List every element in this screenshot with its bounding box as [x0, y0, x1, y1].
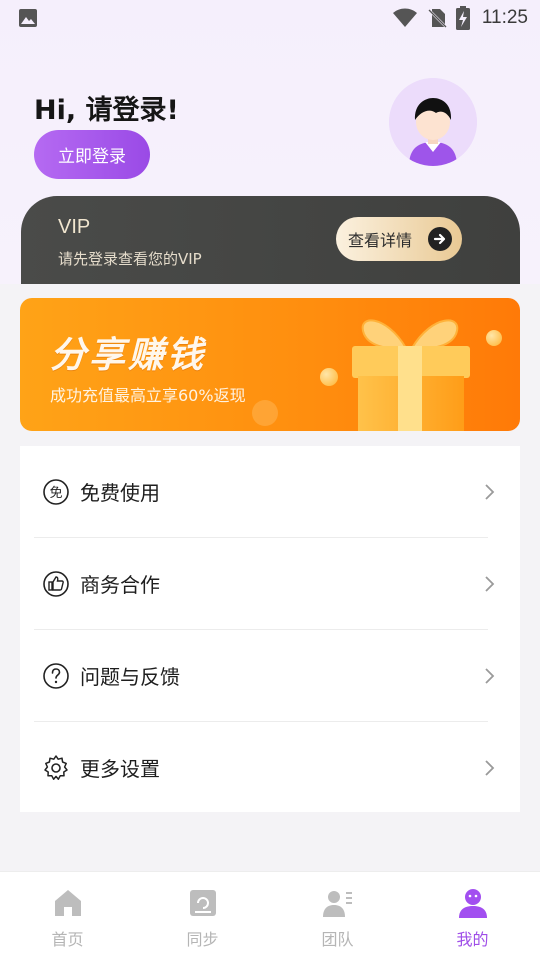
question-icon — [43, 662, 69, 689]
profile-icon — [458, 889, 487, 918]
tab-sync[interactable]: 同步 — [135, 872, 270, 960]
vip-card[interactable]: VIP 请先登录查看您的VIP 查看详情 — [21, 196, 520, 284]
team-icon — [322, 891, 352, 917]
avatar[interactable] — [389, 78, 477, 166]
home-icon — [54, 890, 81, 916]
svg-text:免: 免 — [49, 486, 62, 501]
menu-list: 免 免费使用 商务合作 问题与反馈 更多设置 — [20, 446, 520, 812]
menu-item-settings[interactable]: 更多设置 — [20, 722, 520, 813]
battery-charging-icon — [455, 6, 470, 30]
settings-gear-icon — [44, 754, 68, 780]
thumbs-up-icon — [43, 570, 69, 597]
wifi-icon — [392, 8, 417, 27]
greeting-title: Hi, 请登录! — [34, 95, 179, 126]
vip-details-button[interactable]: 查看详情 — [336, 217, 462, 261]
chevron-right-icon — [485, 575, 495, 592]
status-time: 11:25 — [481, 7, 528, 28]
vip-details-label: 查看详情 — [348, 231, 413, 250]
decor-bubble — [252, 400, 278, 426]
menu-item-free-use[interactable]: 免 免费使用 — [20, 446, 520, 537]
menu-item-label: 更多设置 — [80, 757, 160, 781]
decor-bubble — [486, 330, 502, 346]
chevron-right-icon — [485, 759, 495, 776]
gallery-icon — [19, 9, 37, 27]
menu-item-label: 商务合作 — [80, 573, 160, 597]
status-bar: 11:25 — [0, 0, 540, 36]
gift-box-icon — [352, 319, 470, 431]
tab-label: 团队 — [321, 930, 354, 949]
share-earn-banner[interactable]: 分享赚钱 成功充值最高立享60%返现 — [20, 298, 520, 431]
vip-subtitle: 请先登录查看您的VIP — [58, 250, 202, 268]
login-button[interactable]: 立即登录 — [34, 130, 150, 179]
bottom-tab-bar: 首页 同步 团队 我的 — [0, 871, 540, 960]
sync-icon — [189, 890, 216, 916]
chevron-right-icon — [485, 667, 495, 684]
arrow-right-circle-icon — [428, 227, 452, 251]
tab-label: 同步 — [186, 930, 219, 949]
menu-item-feedback[interactable]: 问题与反馈 — [20, 630, 520, 721]
tab-label: 我的 — [456, 930, 489, 949]
tab-team[interactable]: 团队 — [270, 872, 405, 960]
menu-item-label: 问题与反馈 — [80, 665, 180, 689]
no-sim-icon — [427, 9, 447, 28]
free-icon: 免 — [43, 478, 69, 505]
vip-title: VIP — [58, 216, 91, 238]
chevron-right-icon — [485, 483, 495, 500]
menu-item-label: 免费使用 — [80, 481, 160, 505]
share-banner-subtitle: 成功充值最高立享60%返现 — [50, 386, 246, 405]
menu-item-business[interactable]: 商务合作 — [20, 538, 520, 629]
tab-home[interactable]: 首页 — [0, 872, 135, 960]
share-banner-title: 分享赚钱 — [50, 335, 207, 376]
tab-label: 首页 — [51, 930, 84, 949]
user-avatar-icon — [389, 78, 477, 166]
decor-bubble — [320, 368, 338, 386]
tab-profile[interactable]: 我的 — [405, 872, 540, 960]
